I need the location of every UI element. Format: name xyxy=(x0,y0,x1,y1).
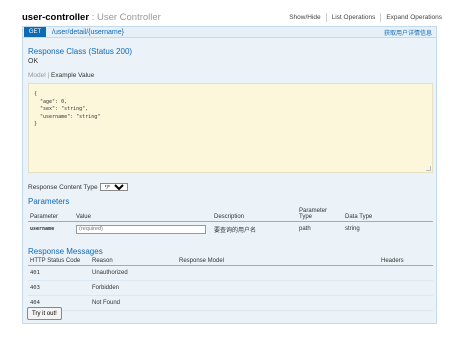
response-content-type: Response Content Type */* xyxy=(28,183,128,191)
controller-description: User Controller xyxy=(96,11,161,23)
status-reason: Not Found xyxy=(90,295,177,311)
column-header: Response Model xyxy=(177,257,379,266)
status-code: 403 xyxy=(28,280,90,296)
response-model xyxy=(177,295,379,311)
model-tab-separator: | xyxy=(47,72,50,79)
try-it-out-button[interactable]: Try it out! xyxy=(27,307,62,320)
column-header: Value xyxy=(74,207,212,222)
example-value-box[interactable]: { "age": 0, "sex": "string", "username":… xyxy=(28,83,433,173)
status-reason: Unauthorized xyxy=(90,265,177,281)
column-header: HTTP Status Code xyxy=(28,257,90,266)
http-method-badge[interactable]: GET xyxy=(24,27,46,37)
expand-operations-link[interactable]: Expand Operations xyxy=(386,14,442,21)
heading-links: Show/Hide List Operations Expand Operati… xyxy=(289,12,442,22)
column-header: Description xyxy=(212,207,297,222)
model-tab[interactable]: Model xyxy=(28,72,46,79)
response-headers xyxy=(379,280,433,296)
content-type-select[interactable]: */* xyxy=(99,183,128,191)
column-header: Headers xyxy=(379,257,433,266)
table-header-row: Parameter Value Description Parameter Ty… xyxy=(28,207,433,222)
param-data-type: string xyxy=(345,226,360,233)
operation-content: Response Class (Status 200) OK Model | E… xyxy=(22,38,437,324)
table-row: 401 Unauthorized xyxy=(28,265,433,281)
response-class-title: Response Class (Status 200) xyxy=(28,47,133,56)
link-divider xyxy=(380,12,382,22)
column-header: Parameter Type xyxy=(297,207,343,222)
table-row: 404 Not Found xyxy=(28,295,433,311)
param-name: username xyxy=(30,226,55,233)
response-status: OK xyxy=(28,58,39,65)
resize-handle-icon[interactable] xyxy=(426,166,431,171)
status-reason: Forbidden xyxy=(90,280,177,296)
column-header: Data Type xyxy=(343,207,433,222)
model-switcher: Model | Example Value xyxy=(28,72,94,79)
controller-name[interactable]: user-controller xyxy=(22,12,89,23)
show-hide-link[interactable]: Show/Hide xyxy=(289,14,320,21)
example-json: { "age": 0, "sex": "string", "username":… xyxy=(34,91,101,127)
response-messages-title: Response Messages xyxy=(28,247,103,256)
table-row: 403 Forbidden xyxy=(28,280,433,296)
table-row: username 要查询的用户名 path string xyxy=(28,222,433,237)
controller-title[interactable]: user-controller : User Controller xyxy=(22,12,161,23)
status-code: 401 xyxy=(28,265,90,281)
param-value-cell xyxy=(74,222,212,237)
column-header: Reason xyxy=(90,257,177,266)
operation-header[interactable]: GET /user/detail/{username} 获取用户详情信息 xyxy=(22,26,437,38)
content-type-label: Response Content Type xyxy=(28,183,98,191)
column-header: Parameter xyxy=(28,207,74,222)
param-type: path xyxy=(299,226,311,233)
parameters-title: Parameters xyxy=(28,197,70,206)
parameters-table: Parameter Value Description Parameter Ty… xyxy=(28,207,433,237)
response-messages-table: HTTP Status Code Reason Response Model H… xyxy=(28,257,433,311)
operation-summary[interactable]: 获取用户详情信息 xyxy=(384,28,432,37)
operation-path[interactable]: /user/detail/{username} xyxy=(52,29,124,36)
controller-separator: : xyxy=(91,11,95,23)
response-headers xyxy=(379,295,433,311)
param-description: 要查询的用户名 xyxy=(214,227,257,234)
example-value-tab[interactable]: Example Value xyxy=(51,72,94,79)
response-headers xyxy=(379,265,433,281)
username-input[interactable] xyxy=(76,224,206,234)
response-model xyxy=(177,265,379,281)
link-divider xyxy=(325,12,327,22)
response-model xyxy=(177,280,379,296)
controller-heading: user-controller : User Controller Show/H… xyxy=(22,9,442,25)
list-operations-link[interactable]: List Operations xyxy=(332,14,376,21)
table-header-row: HTTP Status Code Reason Response Model H… xyxy=(28,257,433,266)
